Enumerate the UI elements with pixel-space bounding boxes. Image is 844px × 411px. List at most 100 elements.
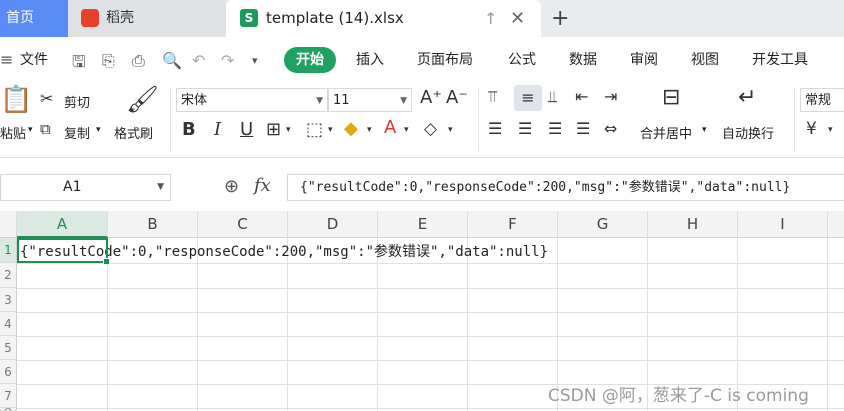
- fill-handle[interactable]: [103, 258, 110, 265]
- border-icon[interactable]: ⊞: [266, 119, 281, 140]
- column-header-D[interactable]: D: [288, 211, 378, 238]
- copy-dropdown-icon[interactable]: ▾: [96, 125, 101, 135]
- name-box[interactable]: A1 ▼: [0, 174, 171, 201]
- menu-review[interactable]: 审阅: [630, 37, 658, 83]
- close-tab-icon[interactable]: ✕: [510, 0, 525, 37]
- undo-icon[interactable]: ↶: [192, 51, 205, 70]
- print-preview-icon[interactable]: 🔍: [162, 51, 182, 70]
- scissors-icon[interactable]: ✂: [40, 89, 53, 108]
- column-header-I[interactable]: I: [738, 211, 828, 238]
- more-quick-access-icon[interactable]: ▾: [252, 54, 258, 67]
- new-tab-button[interactable]: +: [551, 0, 569, 37]
- upload-arrow-icon[interactable]: ↑: [484, 0, 497, 37]
- clear-dropdown-icon[interactable]: ▾: [448, 125, 453, 135]
- cut-button[interactable]: 剪切: [64, 92, 90, 111]
- bold-icon[interactable]: B: [182, 119, 196, 140]
- copy-icon[interactable]: ⧉: [40, 120, 51, 138]
- tab-home[interactable]: 首页: [0, 0, 68, 37]
- copy-button[interactable]: 复制: [64, 123, 90, 142]
- tab-active-file[interactable]: S template (14).xlsx ↑ ✕: [226, 0, 541, 37]
- row-header-4[interactable]: 4: [0, 312, 17, 336]
- font-color-icon[interactable]: A: [384, 117, 396, 138]
- clear-format-icon[interactable]: ◇: [424, 119, 437, 139]
- increase-font-icon[interactable]: A⁺: [420, 87, 442, 108]
- menu-formulas[interactable]: 公式: [508, 37, 536, 83]
- hamburger-menu-icon[interactable]: ≡: [0, 50, 13, 69]
- decrease-font-icon[interactable]: A⁻: [446, 87, 468, 108]
- align-center-icon[interactable]: ☰: [518, 119, 532, 138]
- column-header-H[interactable]: H: [648, 211, 738, 238]
- distributed-icon[interactable]: ⇔: [604, 119, 617, 138]
- tab-daoke[interactable]: 稻壳: [68, 0, 226, 37]
- menu-view[interactable]: 视图: [691, 37, 719, 83]
- menu-developer[interactable]: 开发工具: [752, 37, 808, 83]
- row-header-3[interactable]: 3: [0, 288, 17, 312]
- menu-file[interactable]: 文件: [20, 37, 48, 83]
- fill-color-icon[interactable]: ◆: [344, 118, 358, 139]
- row-header-7[interactable]: 7: [0, 384, 17, 408]
- fill-color-dropdown-icon[interactable]: ▾: [367, 125, 372, 135]
- align-middle-icon[interactable]: ≡: [514, 85, 542, 111]
- align-bottom-icon[interactable]: ⫫: [548, 87, 557, 107]
- column-header-partial[interactable]: [828, 211, 844, 238]
- menu-page-layout[interactable]: 页面布局: [417, 37, 473, 83]
- row-line: [17, 360, 844, 361]
- merge-center-button[interactable]: 合并居中: [640, 123, 692, 142]
- format-painter-icon[interactable]: 🖌: [126, 85, 159, 115]
- chevron-down-icon: ▼: [316, 96, 323, 106]
- italic-icon[interactable]: I: [214, 119, 221, 140]
- row-header-5[interactable]: 5: [0, 336, 17, 360]
- column-header-G[interactable]: G: [558, 211, 648, 238]
- row-header-6[interactable]: 6: [0, 360, 17, 384]
- menu-insert[interactable]: 插入: [356, 37, 384, 83]
- justify-icon[interactable]: ☰: [576, 119, 590, 138]
- spreadsheet-grid[interactable]: A B C D E F G H I 1 2 3 4 5 6 7 8 {"resu…: [0, 211, 844, 411]
- column-header-C[interactable]: C: [198, 211, 288, 238]
- font-size-value: 11: [333, 93, 350, 108]
- cell-style-dropdown-icon[interactable]: ▾: [328, 125, 333, 135]
- increase-indent-icon[interactable]: ⇥: [604, 87, 617, 106]
- merge-center-icon[interactable]: ⊟: [662, 85, 680, 110]
- zoom-search-icon[interactable]: ⊕: [224, 176, 239, 197]
- row-header-1[interactable]: 1: [0, 238, 17, 263]
- column-header-F[interactable]: F: [468, 211, 558, 238]
- wrap-text-icon[interactable]: ↵: [738, 85, 756, 110]
- font-color-dropdown-icon[interactable]: ▾: [404, 125, 409, 135]
- divider: [170, 89, 171, 151]
- align-right-icon[interactable]: ☰: [548, 119, 562, 138]
- decrease-indent-icon[interactable]: ⇤: [575, 87, 588, 106]
- wrap-text-button[interactable]: 自动换行: [722, 123, 774, 142]
- menu-data[interactable]: 数据: [569, 37, 597, 83]
- cell-style-icon[interactable]: ⬚: [306, 119, 323, 140]
- column-header-A[interactable]: A: [17, 211, 108, 238]
- align-top-icon[interactable]: ⫪: [488, 87, 497, 107]
- divider: [794, 89, 795, 151]
- paste-button[interactable]: 粘贴: [0, 123, 26, 142]
- formula-input[interactable]: {"resultCode":0,"responseCode":200,"msg"…: [287, 174, 844, 201]
- align-left-icon[interactable]: ☰: [488, 119, 502, 138]
- menu-start[interactable]: 开始: [284, 47, 336, 73]
- underline-icon[interactable]: U: [240, 119, 253, 140]
- font-size-select[interactable]: 11 ▼: [328, 88, 412, 112]
- save-icon[interactable]: 🖫: [72, 51, 86, 78]
- insert-function-button[interactable]: fx: [254, 175, 271, 196]
- number-format-select[interactable]: 常规: [800, 88, 844, 112]
- row-line: [17, 263, 844, 264]
- select-all-corner[interactable]: [0, 211, 17, 238]
- tab-daoke-label: 稻壳: [106, 10, 134, 26]
- column-header-B[interactable]: B: [108, 211, 198, 238]
- currency-button[interactable]: ¥: [806, 119, 817, 139]
- paste-dropdown-icon[interactable]: ▾: [28, 125, 33, 135]
- currency-dropdown-icon[interactable]: ▾: [828, 125, 833, 135]
- font-name-select[interactable]: 宋体 ▼: [176, 88, 328, 112]
- border-dropdown-icon[interactable]: ▾: [286, 125, 291, 135]
- export-pdf-icon[interactable]: ⎘: [102, 51, 115, 71]
- format-painter-button[interactable]: 格式刷: [114, 123, 153, 142]
- active-cell-A1[interactable]: [17, 238, 110, 265]
- row-header-2[interactable]: 2: [0, 263, 17, 288]
- print-icon[interactable]: ⎙: [132, 51, 145, 71]
- paste-icon[interactable]: 📋: [0, 85, 32, 115]
- redo-icon[interactable]: ↷: [221, 51, 234, 70]
- column-header-E[interactable]: E: [378, 211, 468, 238]
- merge-dropdown-icon[interactable]: ▾: [702, 125, 707, 135]
